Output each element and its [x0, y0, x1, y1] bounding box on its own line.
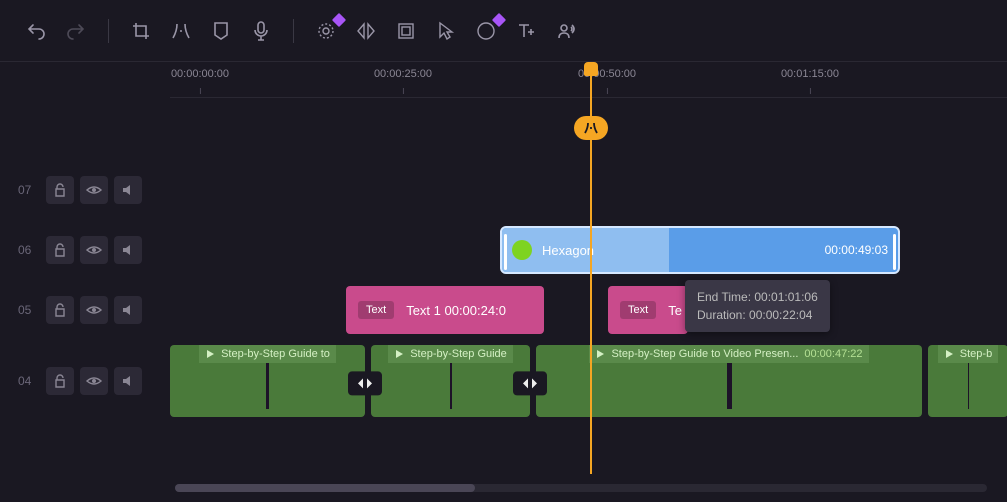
visibility-button[interactable]: [80, 236, 108, 264]
clip-title: Step-by-Step Guide: [410, 348, 507, 360]
speed-button[interactable]: [468, 13, 504, 49]
redo-button[interactable]: [58, 13, 94, 49]
tracks-container: 07 06 Hexagon 00:00:49:03: [0, 160, 1007, 422]
visibility-button[interactable]: [80, 367, 108, 395]
mirror-button[interactable]: [348, 13, 384, 49]
mute-button[interactable]: [114, 296, 142, 324]
track-content[interactable]: Step-by-Step Guide to Step-by-Step Guide…: [170, 340, 1007, 422]
track-header: 07: [0, 160, 170, 220]
clip-label: Hexagon: [542, 243, 594, 258]
resize-button[interactable]: [388, 13, 424, 49]
mute-button[interactable]: [114, 176, 142, 204]
video-clip[interactable]: Step-by-Step Guide to Video Presen... 00…: [536, 345, 922, 417]
playhead-split-button[interactable]: [574, 116, 608, 140]
horizontal-scrollbar[interactable]: [175, 484, 987, 492]
play-icon: [944, 349, 954, 359]
visibility-button[interactable]: [80, 176, 108, 204]
video-clip[interactable]: Step-by-Step Guide to: [170, 345, 365, 417]
split-button[interactable]: [163, 13, 199, 49]
hexagon-shape-icon: [512, 240, 532, 260]
mute-button[interactable]: [114, 367, 142, 395]
lock-button[interactable]: [46, 367, 74, 395]
separator: [108, 19, 109, 43]
marker-button[interactable]: [203, 13, 239, 49]
voiceover-button[interactable]: [243, 13, 279, 49]
text-badge: Text: [620, 301, 656, 319]
text-clip[interactable]: Text Te: [608, 286, 688, 334]
video-clip[interactable]: Step-b: [928, 345, 1007, 417]
play-icon: [595, 349, 605, 359]
track-number: 07: [18, 183, 40, 197]
track-content[interactable]: [170, 160, 1007, 220]
track-content[interactable]: Text Text 1 00:00:24:0 Text Te End Time:…: [170, 280, 1007, 340]
transition-icon[interactable]: [513, 371, 547, 395]
track-number: 04: [18, 374, 40, 388]
track-row: 04 Step-by-Step Guide to Step-by-Step Gu…: [0, 340, 1007, 422]
clip-tooltip: End Time: 00:01:01:06 Duration: 00:00:22…: [685, 280, 830, 332]
clip-label: Te: [668, 303, 682, 318]
toolbar: [0, 0, 1007, 62]
cursor-button[interactable]: [428, 13, 464, 49]
playhead-head-icon[interactable]: [584, 62, 598, 76]
track-header: 06: [0, 220, 170, 280]
ruler-tick: 00:00:25:00: [374, 68, 432, 80]
lock-button[interactable]: [46, 296, 74, 324]
play-icon: [394, 349, 404, 359]
track-row: 06 Hexagon 00:00:49:03: [0, 220, 1007, 280]
separator: [293, 19, 294, 43]
play-icon: [205, 349, 215, 359]
clip-title: Step-b: [960, 348, 992, 360]
text-clip[interactable]: Text Text 1 00:00:24:0: [346, 286, 544, 334]
lock-button[interactable]: [46, 176, 74, 204]
track-number: 05: [18, 303, 40, 317]
autoenhance-button[interactable]: [308, 13, 344, 49]
clip-handle-left[interactable]: [504, 234, 507, 270]
track-number: 06: [18, 243, 40, 257]
scrollbar-thumb[interactable]: [175, 484, 475, 492]
playhead[interactable]: [590, 64, 592, 474]
text-badge: Text: [358, 301, 394, 319]
clip-label: Text 1 00:00:24:0: [406, 303, 506, 318]
track-row: 07: [0, 160, 1007, 220]
crop-button[interactable]: [123, 13, 159, 49]
visibility-button[interactable]: [80, 296, 108, 324]
clip-handle-right[interactable]: [893, 234, 896, 270]
ruler-tick: 00:00:00:00: [171, 68, 229, 80]
speaker-button[interactable]: [548, 13, 584, 49]
clip-title: Step-by-Step Guide to Video Presen...: [611, 348, 798, 360]
track-row: 05 Text Text 1 00:00:24:0 Text Te End Ti…: [0, 280, 1007, 340]
textplus-button[interactable]: [508, 13, 544, 49]
track-header: 05: [0, 280, 170, 340]
clip-duration: 00:00:47:22: [804, 348, 862, 360]
ruler-tick: 00:01:15:00: [781, 68, 839, 80]
track-content[interactable]: Hexagon 00:00:49:03: [170, 220, 1007, 280]
hexagon-clip[interactable]: Hexagon 00:00:49:03: [500, 226, 900, 274]
lock-button[interactable]: [46, 236, 74, 264]
clip-title: Step-by-Step Guide to: [221, 348, 330, 360]
undo-button[interactable]: [18, 13, 54, 49]
mute-button[interactable]: [114, 236, 142, 264]
track-header: 04: [0, 340, 170, 422]
video-clip[interactable]: Step-by-Step Guide: [371, 345, 530, 417]
transition-icon[interactable]: [348, 371, 382, 395]
clip-duration: 00:00:49:03: [670, 243, 898, 257]
